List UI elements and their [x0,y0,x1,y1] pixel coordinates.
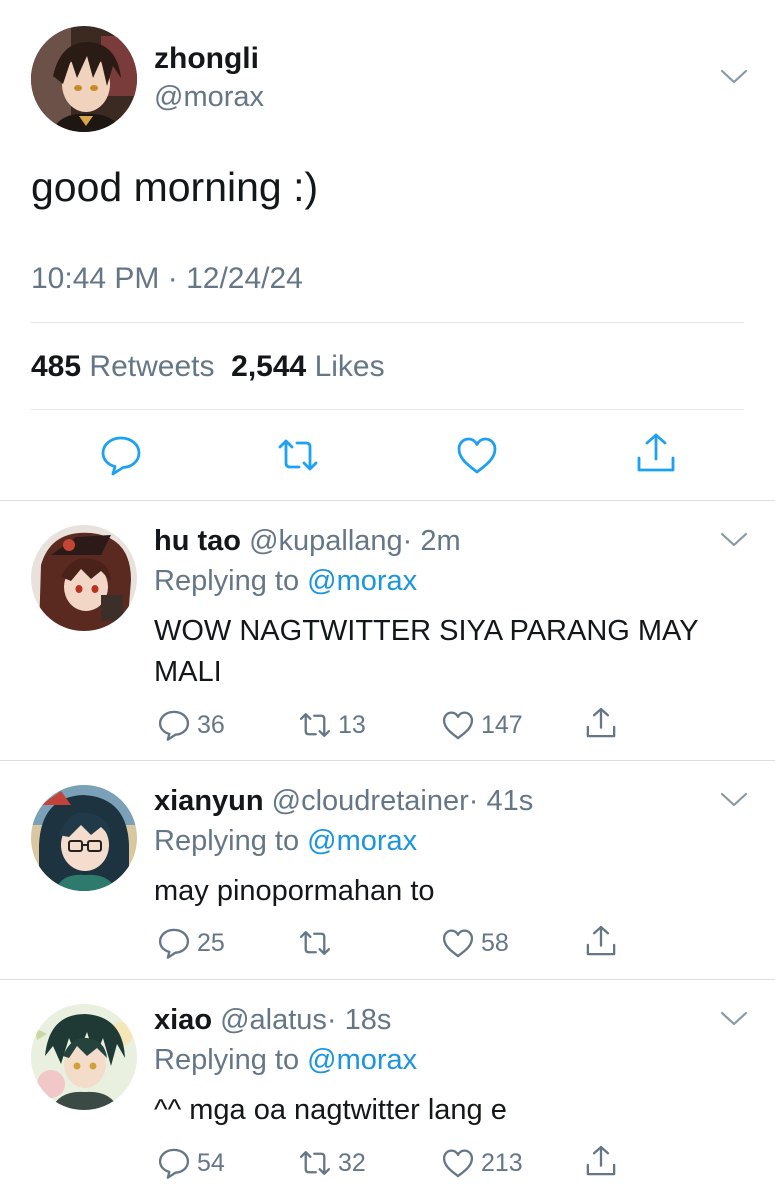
share-icon [586,707,616,738]
share-icon [586,925,616,956]
share-action[interactable] [584,1143,618,1179]
retweet-icon[interactable] [276,433,320,477]
reply-text: WOW NAGTWITTER SIYA PARANG MAY MALI [154,615,699,688]
like-action[interactable]: 147 [441,707,523,743]
reply-icon [158,1148,190,1179]
share-action[interactable] [584,705,618,741]
reply-text: ^^ mga oa nagtwitter lang e [154,1094,507,1126]
like-icon [442,711,474,740]
retweets-label[interactable]: Retweets [89,350,214,383]
chevron-down-icon[interactable] [720,1010,748,1028]
share-icon[interactable] [634,431,678,475]
retweets-count[interactable]: 485 [31,350,81,383]
avatar[interactable] [31,1004,137,1110]
timestamp[interactable]: 10:44 PM · 12/24/24 [31,262,303,296]
display-name[interactable]: xiao [154,1004,212,1036]
replying-label: Replying to [154,565,300,597]
handle[interactable]: @cloudretainer [272,785,469,817]
reply-tweet[interactable]: xianyun @cloudretainer· 41s Replying to … [0,761,775,979]
mention-link[interactable]: @morax [307,1044,417,1076]
reply-action[interactable]: 25 [157,925,225,961]
reply-icon[interactable] [99,433,143,477]
handle[interactable]: @kupallang [249,525,403,557]
mention-link[interactable]: @morax [307,825,417,857]
replying-to: Replying to @morax [154,1044,417,1077]
like-action[interactable]: 213 [441,1145,523,1181]
relative-time: · 41s [468,785,534,817]
handle[interactable]: @alatus [220,1004,327,1036]
display-name[interactable]: zhongli [154,42,259,76]
avatar[interactable] [31,525,137,631]
avatar[interactable] [31,785,137,891]
chevron-down-icon[interactable] [720,68,748,86]
like-action[interactable]: 58 [441,925,509,961]
divider [31,409,744,410]
mention-link[interactable]: @morax [307,565,417,597]
retweet-action[interactable]: 32 [298,1145,366,1181]
share-action[interactable] [584,923,618,959]
reply-header: xianyun @cloudretainer· 41s [154,785,533,818]
chevron-down-icon[interactable] [720,531,748,549]
likes-label[interactable]: Likes [315,350,385,383]
reply-tweet[interactable]: hu tao @kupallang· 2m Replying to @morax… [0,501,775,760]
retweet-icon [299,713,331,737]
main-tweet: zhongli @morax good morning :) 10:44 PM … [0,0,775,500]
retweet-action[interactable] [298,925,338,961]
reply-count: 54 [197,1148,225,1177]
handle[interactable]: @morax [154,81,264,114]
like-count: 147 [481,710,523,739]
reply-tweet[interactable]: xiao @alatus· 18s Replying to @morax ^^ … [0,980,775,1200]
like-icon [442,1149,474,1178]
reply-icon [158,710,190,741]
reply-count: 25 [197,928,225,957]
reply-action[interactable]: 54 [157,1145,225,1181]
reply-action[interactable]: 36 [157,707,225,743]
like-icon [442,929,474,958]
likes-count[interactable]: 2,544 [231,350,306,383]
like-icon[interactable] [455,433,499,477]
avatar[interactable] [31,26,137,132]
divider [31,322,744,323]
like-count: 213 [481,1148,523,1177]
relative-time: · 2m [402,525,461,557]
retweet-count: 13 [338,710,366,739]
tweet-text: good morning :) [31,164,319,210]
reply-text: may pinopormahan to [154,875,435,907]
reply-count: 36 [197,710,225,739]
engagement-stats: 485 Retweets 2,544 Likes [31,350,385,384]
replying-label: Replying to [154,1044,300,1076]
display-name[interactable]: hu tao [154,525,241,557]
share-icon [586,1145,616,1176]
chevron-down-icon[interactable] [720,791,748,809]
retweet-count: 32 [338,1148,366,1177]
like-count: 58 [481,928,509,957]
retweet-icon [299,931,331,955]
reply-header: xiao @alatus· 18s [154,1004,391,1037]
replying-to: Replying to @morax [154,565,417,598]
reply-icon [158,928,190,959]
replying-to: Replying to @morax [154,825,417,858]
retweet-action[interactable]: 13 [298,707,366,743]
replying-label: Replying to [154,825,300,857]
reply-header: hu tao @kupallang· 2m [154,525,461,558]
display-name[interactable]: xianyun [154,785,264,817]
retweet-icon [299,1151,331,1175]
relative-time: · 18s [326,1004,392,1036]
